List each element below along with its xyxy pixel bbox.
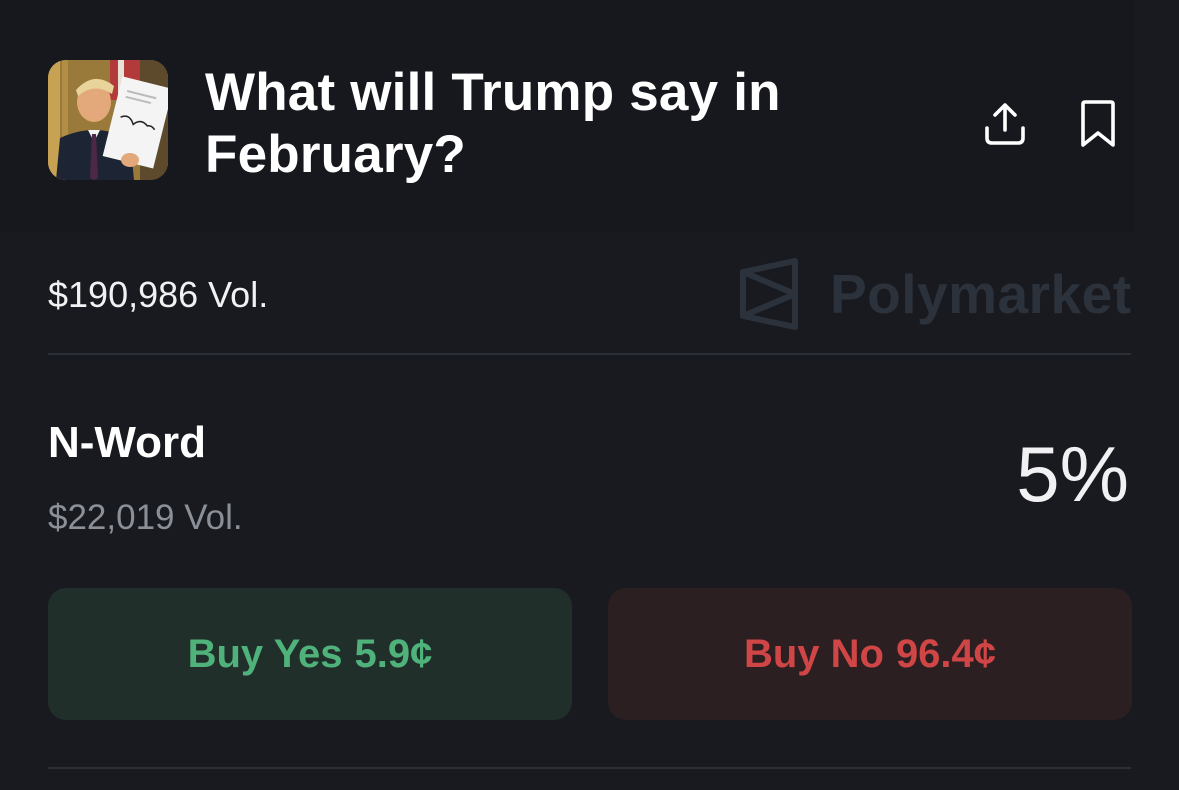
brand-watermark: Polymarket	[738, 256, 1132, 332]
buy-no-button[interactable]: Buy No 96.4¢	[608, 588, 1132, 720]
divider	[48, 767, 1131, 769]
market-header: What will Trump say in February?	[0, 0, 1135, 232]
share-icon	[985, 103, 1025, 145]
buy-yes-label: Buy Yes	[187, 631, 343, 676]
brand-name: Polymarket	[830, 263, 1132, 325]
outcome-volume: $22,019 Vol.	[48, 498, 243, 537]
polymarket-logo-icon	[740, 258, 798, 330]
share-button[interactable]	[975, 94, 1035, 154]
market-photo-thumbnail-icon	[48, 60, 168, 180]
market-title: What will Trump say in February?	[205, 63, 781, 184]
market-thumbnail[interactable]	[48, 60, 168, 180]
buy-no-price: 96.4¢	[895, 631, 997, 676]
bookmark-icon	[1081, 100, 1115, 147]
outcome-probability: 5%	[1016, 430, 1129, 518]
market-page: What will Trump say in February? $190,98…	[0, 0, 1179, 790]
buy-no-label: Buy No	[743, 631, 884, 676]
buy-yes-button[interactable]: Buy Yes 5.9¢	[48, 588, 572, 720]
divider	[48, 353, 1131, 355]
bookmark-button[interactable]	[1068, 94, 1128, 154]
outcome-name[interactable]: N-Word	[48, 414, 206, 472]
market-volume: $190,986 Vol.	[48, 274, 269, 315]
buy-yes-price: 5.9¢	[354, 631, 433, 676]
